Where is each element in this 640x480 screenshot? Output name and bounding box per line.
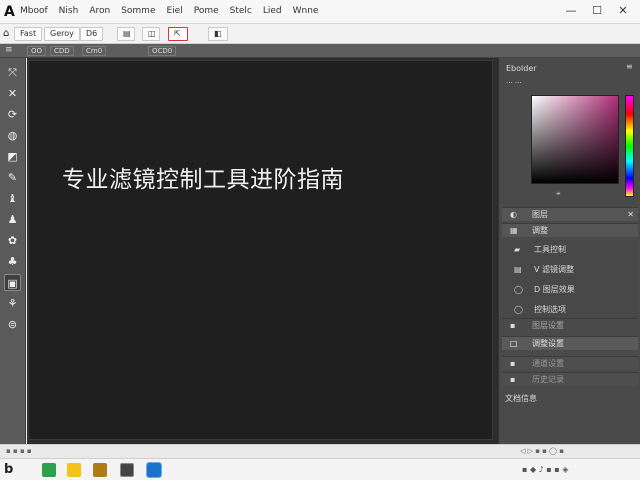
- panel-footer-label: 文档信息: [505, 394, 537, 403]
- layer-settings-icon: ▪: [510, 321, 516, 330]
- canvas[interactable]: [28, 60, 493, 440]
- shape-icon[interactable]: ⚘: [4, 295, 21, 312]
- strip-item-1[interactable]: OO: [27, 46, 47, 56]
- clone-icon[interactable]: ✎: [4, 169, 21, 186]
- align-icon[interactable]: ▤: [117, 27, 135, 41]
- maximize-icon[interactable]: ☐: [588, 3, 606, 19]
- subrow-label: 控制选项: [534, 305, 566, 314]
- panel-row-layer-settings[interactable]: ▪ 图层设置: [502, 318, 638, 332]
- panel-close-icon[interactable]: ✕: [627, 208, 634, 221]
- panel-menu-icon[interactable]: ≡: [626, 62, 633, 71]
- menu-item-9[interactable]: Wnne: [293, 6, 319, 16]
- folder-yellow-icon[interactable]: [67, 463, 81, 477]
- status-bar: ▪ ▪ ▪ ▪ ◁ ▷ ▪ ▪ ◯ ▪: [0, 444, 640, 458]
- system-tray[interactable]: ▪ ◆ ♪ ▪ ▪ ◈: [522, 465, 568, 474]
- tool-control-icon: ▰: [514, 245, 521, 254]
- menu-icon[interactable]: ≡: [5, 45, 13, 55]
- effects-icon: ◯: [514, 285, 523, 294]
- move-icon[interactable]: ⤧: [4, 64, 21, 81]
- type-icon[interactable]: ▣: [4, 274, 21, 291]
- eyedropper-icon[interactable]: ◍: [4, 127, 21, 144]
- panel-row-adjust-settings[interactable]: □ 调整设置: [502, 336, 638, 350]
- taskbar: b ▪ ◆ ♪ ▪ ▪ ◈: [0, 458, 640, 480]
- menu-item-2[interactable]: Nish: [59, 6, 79, 16]
- color-panel-subtitle: ··· ···: [506, 79, 522, 87]
- photo-app-icon[interactable]: [146, 462, 162, 478]
- subrow-control-options[interactable]: ◯ 控制选项: [502, 300, 638, 320]
- title-bar: A Mboof Nish Aron Somme Eiel Pome Stelc …: [0, 0, 640, 24]
- panel-row-label: 调整设置: [532, 339, 564, 348]
- strip-item-3[interactable]: Cm0: [82, 46, 107, 56]
- history-icon: ▪: [510, 375, 516, 384]
- home-icon[interactable]: ⌂: [3, 28, 9, 39]
- 3d-mode-icon[interactable]: ◧: [208, 27, 228, 41]
- sampler-icon[interactable]: ⌖: [556, 189, 561, 199]
- menu-item-1[interactable]: Mboof: [20, 6, 48, 16]
- panel-row-label: 调整: [532, 226, 548, 235]
- panel-row-label: 通道设置: [532, 359, 564, 368]
- brush-icon[interactable]: ◩: [4, 148, 21, 165]
- hue-slider[interactable]: [625, 95, 634, 197]
- menu-item-5[interactable]: Eiel: [166, 6, 182, 16]
- files-icon[interactable]: [93, 463, 107, 477]
- lasso-icon[interactable]: ✕: [4, 85, 21, 102]
- image-editor-icon[interactable]: [120, 463, 134, 477]
- layers-icon: ◐: [510, 210, 517, 219]
- app-logo: A: [4, 4, 15, 20]
- strip-item-2[interactable]: CDD: [50, 46, 74, 56]
- eraser-icon[interactable]: ♝: [4, 190, 21, 207]
- subrow-tool-control[interactable]: ▰ 工具控制: [502, 240, 638, 260]
- options-icon: ◯: [514, 305, 523, 314]
- minimize-icon[interactable]: —: [562, 3, 580, 19]
- filter-icon: ▤: [514, 265, 522, 274]
- toolbox: ⤧ ✕ ⟳ ◍ ◩ ✎ ♝ ♟ ✿ ♣ ▣ ⚘ ⊜: [0, 58, 26, 444]
- option-button-1[interactable]: Fast: [14, 27, 43, 41]
- subrow-label: V 滤镜调整: [534, 265, 575, 274]
- status-right: ◁ ▷ ▪ ▪ ◯ ▪: [520, 447, 564, 455]
- panel-row-label: 历史记录: [532, 375, 564, 384]
- panel-row-channels[interactable]: ▪ 通道设置: [502, 356, 638, 370]
- subrow-label: 工具控制: [534, 245, 566, 254]
- subrow-filter-adjust[interactable]: ▤ V 滤镜调整: [502, 260, 638, 280]
- menu-item-3[interactable]: Aron: [89, 6, 110, 16]
- canvas-text-layer[interactable]: 专业滤镜控制工具进阶指南: [62, 160, 344, 194]
- options-bar: ⌂ Fast Geroy D6 ▤ ◫ ⇱ ◧: [0, 24, 640, 44]
- menu-item-4[interactable]: Somme: [121, 6, 155, 16]
- panel-row-layers[interactable]: ◐ 图层 ✕: [502, 207, 638, 221]
- option-button-2[interactable]: Geroy: [44, 27, 80, 41]
- status-left: ▪ ▪ ▪ ▪: [6, 447, 32, 455]
- panel-row-label: 图层设置: [532, 321, 564, 330]
- color-picker-field[interactable]: [531, 95, 619, 184]
- menu-item-6[interactable]: Pome: [194, 6, 219, 16]
- close-icon[interactable]: ✕: [614, 3, 632, 19]
- zoom-icon[interactable]: ⊜: [4, 316, 21, 333]
- crop-icon[interactable]: ⟳: [4, 106, 21, 123]
- green-app-icon[interactable]: [42, 463, 56, 477]
- color-panel-title: Ebolder: [506, 64, 537, 73]
- menu-item-7[interactable]: Stelc: [230, 6, 252, 16]
- transform-icon[interactable]: ⇱: [168, 27, 188, 41]
- menu-item-8[interactable]: Lied: [263, 6, 282, 16]
- document-strip: ≡ OO CDD Cm0 OCD0: [0, 44, 640, 58]
- subrow-label: D 图层效果: [534, 285, 575, 294]
- panel-row-history[interactable]: ▪ 历史记录: [502, 372, 638, 386]
- adjust-icon: ▦: [510, 226, 518, 235]
- gradient-icon[interactable]: ♟: [4, 211, 21, 228]
- blur-icon[interactable]: ✿: [4, 232, 21, 249]
- panel-row-label: 图层: [532, 210, 548, 219]
- checkbox-icon[interactable]: □: [510, 337, 518, 350]
- channels-icon: ▪: [510, 359, 516, 368]
- strip-item-4[interactable]: OCD0: [148, 46, 177, 56]
- option-button-3[interactable]: D6: [80, 27, 104, 41]
- menu-bar: Mboof Nish Aron Somme Eiel Pome Stelc Li…: [20, 6, 319, 16]
- arrange-icon[interactable]: ◫: [142, 27, 160, 41]
- subrow-layer-effects[interactable]: ◯ D 图层效果: [502, 280, 638, 300]
- app-b-icon[interactable]: b: [4, 462, 13, 477]
- panel-row-adjust[interactable]: ▦ 调整: [502, 223, 638, 237]
- pen-icon[interactable]: ♣: [4, 253, 21, 270]
